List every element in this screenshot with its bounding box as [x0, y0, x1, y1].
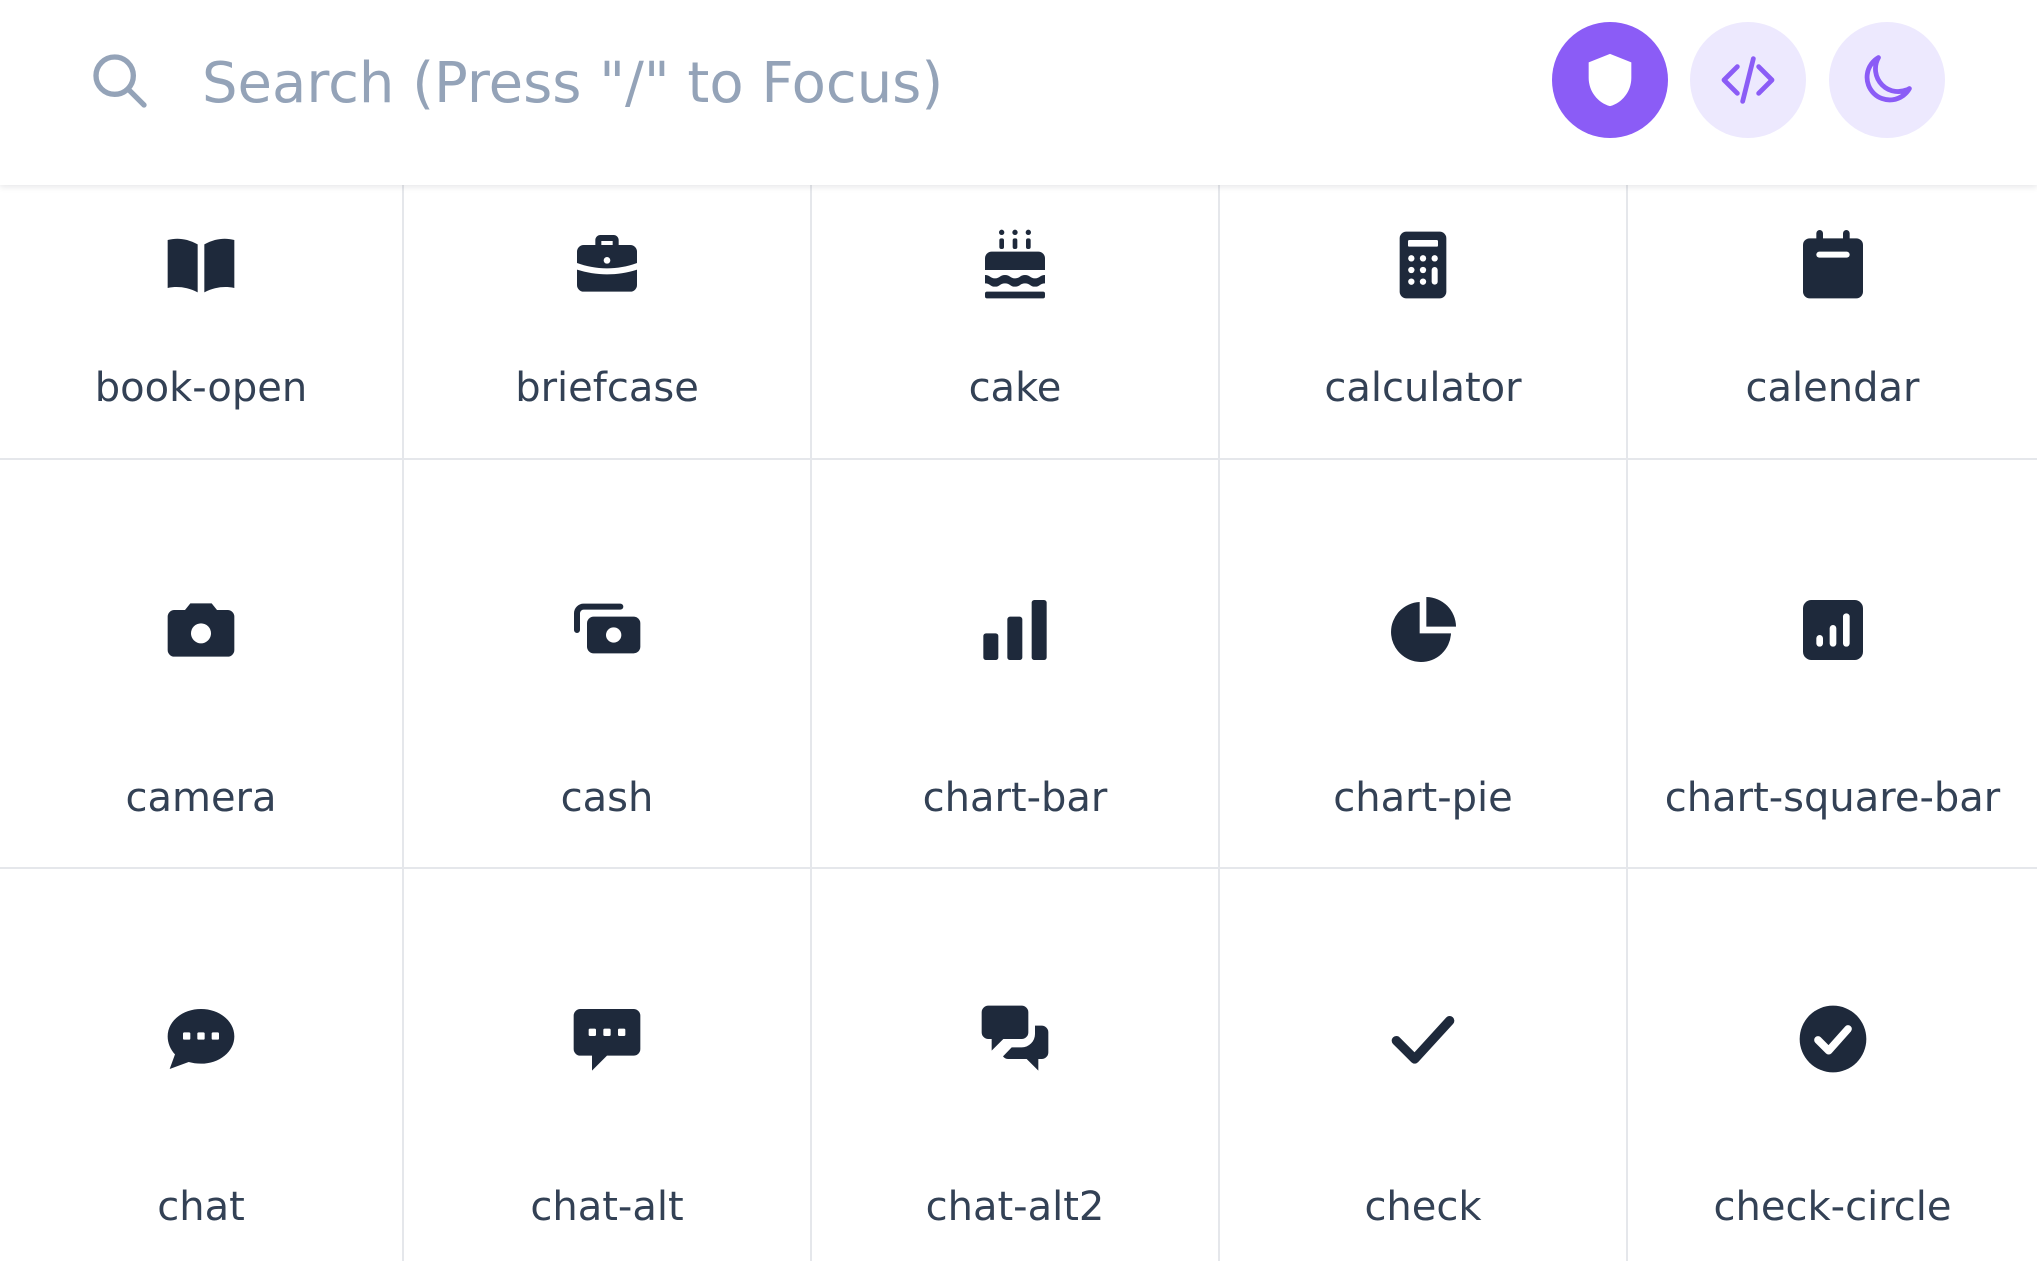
cash-icon [567, 590, 647, 670]
chart-bar-icon [975, 590, 1055, 670]
icon-label: chart-pie [1333, 775, 1513, 821]
icon-label: calculator [1324, 365, 1522, 411]
cake-icon [975, 225, 1055, 305]
icon-tile-calculator[interactable]: calculator [1220, 185, 1628, 460]
search-icon [88, 49, 152, 113]
icon-label: cash [560, 775, 654, 821]
icon-label: briefcase [515, 365, 699, 411]
icon-label: check-circle [1713, 1184, 1952, 1230]
camera-icon [161, 590, 241, 670]
icon-tile-chat-alt2[interactable]: chat-alt2 [812, 869, 1220, 1261]
icon-tile-chat-alt[interactable]: chat-alt [404, 869, 812, 1261]
icon-tile-cash[interactable]: cash [404, 460, 812, 869]
code-button[interactable] [1690, 22, 1806, 138]
chat-icon [161, 999, 241, 1079]
briefcase-icon [567, 225, 647, 305]
check-circle-icon [1793, 999, 1873, 1079]
chart-square-bar-icon [1793, 590, 1873, 670]
icon-tile-check-circle[interactable]: check-circle [1628, 869, 2037, 1261]
icon-label: camera [125, 775, 277, 821]
book-open-icon [161, 225, 241, 305]
icon-label: check [1364, 1184, 1482, 1230]
code-icon [1716, 48, 1780, 112]
chart-pie-icon [1383, 590, 1463, 670]
icon-tile-calendar[interactable]: calendar [1628, 185, 2037, 460]
chat-alt-icon [567, 999, 647, 1079]
moon-button[interactable] [1829, 22, 1945, 138]
search-input[interactable] [202, 38, 1402, 128]
icon-tile-check[interactable]: check [1220, 869, 1628, 1261]
icon-tile-chat[interactable]: chat [0, 869, 404, 1261]
chat-alt2-icon [975, 999, 1055, 1079]
icon-tile-chart-bar[interactable]: chart-bar [812, 460, 1220, 869]
icon-label: chart-square-bar [1664, 775, 2001, 821]
calculator-icon [1383, 225, 1463, 305]
icon-label: chart-bar [922, 775, 1108, 821]
icon-label: book-open [94, 365, 308, 411]
icon-tile-cake[interactable]: cake [812, 185, 1220, 460]
icon-tile-chart-square-bar[interactable]: chart-square-bar [1628, 460, 2037, 869]
icon-tile-briefcase[interactable]: briefcase [404, 185, 812, 460]
icon-grid: book-open briefcase cake calculator cale… [0, 185, 2037, 1261]
calendar-icon [1793, 225, 1873, 305]
shield-button[interactable] [1552, 22, 1668, 138]
shield-icon [1578, 48, 1642, 112]
icon-label: chat-alt2 [925, 1184, 1105, 1230]
icon-label: chat [157, 1184, 245, 1230]
icon-tile-chart-pie[interactable]: chart-pie [1220, 460, 1628, 869]
icon-tile-camera[interactable]: camera [0, 460, 404, 869]
icon-label: chat-alt [530, 1184, 684, 1230]
icon-tile-book-open[interactable]: book-open [0, 185, 404, 460]
moon-icon [1855, 48, 1919, 112]
check-icon [1383, 999, 1463, 1079]
header [0, 0, 2037, 185]
icon-label: calendar [1745, 365, 1920, 411]
icon-label: cake [968, 365, 1062, 411]
